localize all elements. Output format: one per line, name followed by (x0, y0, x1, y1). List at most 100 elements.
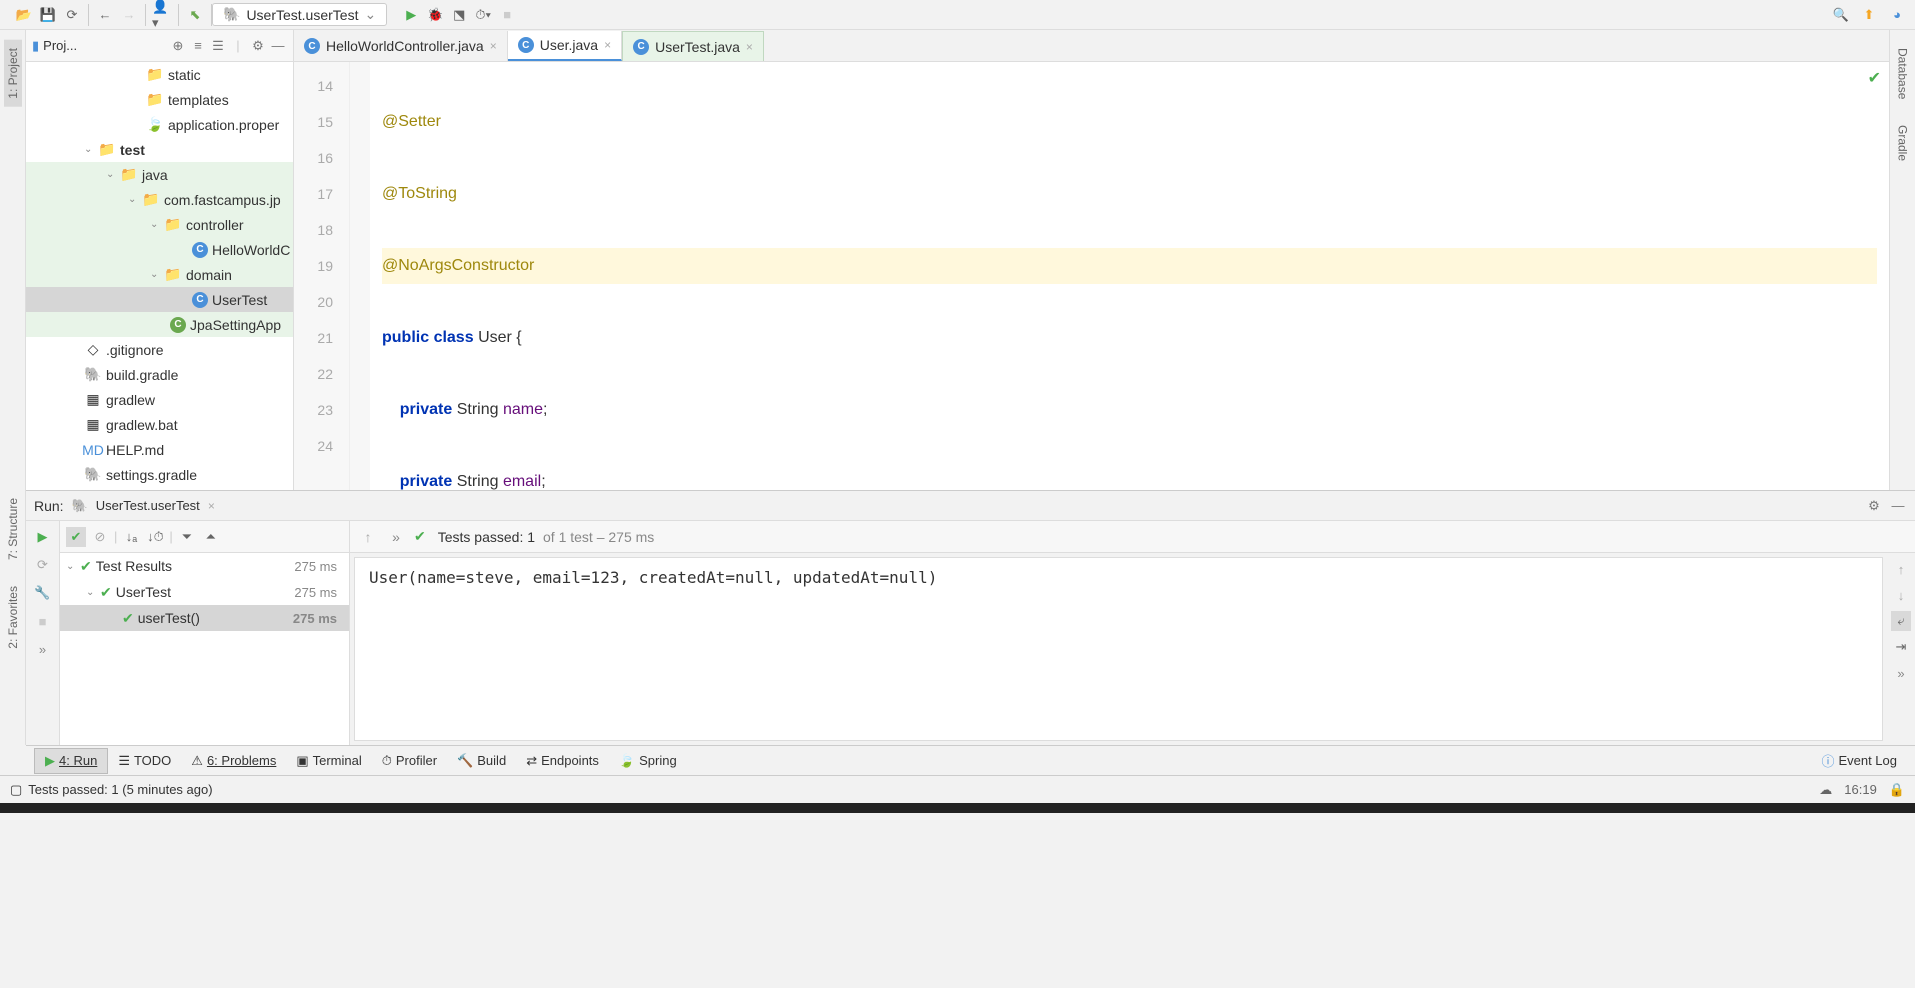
coverage-icon[interactable]: ⬔ (449, 5, 469, 25)
expand-icon[interactable]: ≡ (189, 37, 207, 55)
stop-icon[interactable]: ■ (497, 5, 517, 25)
tree-item-java[interactable]: ⌄📁java (26, 162, 293, 187)
close-icon[interactable]: × (746, 40, 753, 54)
tab-profiler[interactable]: ⏱Profiler (372, 749, 447, 773)
gradle-tool-tab[interactable]: Gradle (1894, 117, 1912, 169)
more-icon[interactable]: » (386, 527, 406, 547)
status-icon[interactable]: ▢ (10, 782, 22, 798)
console-output[interactable]: User(name=steve, email=123, createdAt=nu… (354, 557, 1883, 741)
editor-tab-user[interactable]: CUser.java× (508, 31, 622, 61)
favorites-tool-tab[interactable]: 2: Favorites (4, 578, 22, 657)
chevron-down-icon[interactable]: ⌄ (84, 144, 98, 155)
tree-item-gradlew[interactable]: ▦gradlew (26, 387, 293, 412)
more-icon[interactable]: » (33, 639, 53, 659)
rerun-icon[interactable]: ▶ (33, 527, 53, 547)
passed-filter-icon[interactable]: ✔ (66, 527, 86, 547)
chevron-down-icon[interactable]: ⌄ (150, 269, 164, 280)
project-tool-tab[interactable]: 1: Project (4, 40, 22, 107)
tree-item-buildgradle[interactable]: 🐘build.gradle (26, 362, 293, 387)
close-icon[interactable]: × (490, 39, 497, 53)
open-icon[interactable]: 📂 (14, 5, 34, 25)
close-icon[interactable]: × (208, 499, 215, 513)
ignored-filter-icon[interactable]: ⊘ (90, 527, 110, 547)
editor-tab-hello[interactable]: CHelloWorldController.java× (294, 31, 508, 61)
database-tool-tab[interactable]: Database (1894, 40, 1912, 107)
settings-icon[interactable]: ⚙ (1865, 497, 1883, 515)
editor-content[interactable]: 1415161718192021222324 @Setter @ToString… (294, 62, 1889, 490)
wrench-icon[interactable]: 🔧 (33, 583, 53, 603)
code-area[interactable]: @Setter @ToString @NoArgsConstructor pub… (370, 62, 1889, 490)
close-icon[interactable]: × (604, 38, 611, 52)
marker-gutter (350, 62, 370, 490)
test-row-root[interactable]: ⌄✔Test Results275 ms (60, 553, 349, 579)
sync-icon[interactable]: ⟳ (62, 5, 82, 25)
tree-item-settingsgradle[interactable]: 🐘settings.gradle (26, 462, 293, 487)
cloud-icon[interactable]: ☁ (1819, 782, 1832, 798)
tab-spring[interactable]: 🍃Spring (609, 749, 687, 773)
class-icon: C (192, 292, 208, 308)
project-panel: ▮ Proj... ⊕ ≡ ☰ | ⚙ — 📁static 📁templates… (26, 30, 294, 490)
project-tree[interactable]: 📁static 📁templates 🍃application.proper ⌄… (26, 62, 293, 490)
lock-icon[interactable]: 🔒 (1889, 782, 1905, 798)
scroll-icon[interactable]: ⇥ (1891, 637, 1911, 657)
tree-item[interactable]: 📁templates (26, 87, 293, 112)
chevron-down-icon[interactable]: ⌄ (128, 194, 142, 205)
rerun-failed-icon[interactable]: ⟳ (33, 555, 53, 575)
up-icon[interactable]: ↑ (1891, 559, 1911, 579)
debug-icon[interactable]: 🐞 (425, 5, 445, 25)
tab-problems[interactable]: ⚠6: Problems (181, 749, 286, 773)
down-icon[interactable]: ↓ (1891, 585, 1911, 605)
minimize-icon[interactable]: — (269, 37, 287, 55)
search-icon[interactable]: 🔍 (1831, 5, 1851, 25)
tree-item[interactable]: 📁static (26, 62, 293, 87)
expand-all-icon[interactable]: ⏷ (177, 527, 197, 547)
soft-wrap-icon[interactable]: ⤶ (1891, 611, 1911, 631)
tree-item-helpmd[interactable]: MDHELP.md (26, 437, 293, 462)
tab-todo[interactable]: ☰TODO (108, 749, 181, 773)
editor-tab-usertest[interactable]: CUserTest.java× (622, 31, 764, 61)
tree-item-usertest[interactable]: CUserTest (26, 287, 293, 312)
left-tool-strip: 1: Project (0, 30, 26, 490)
back-icon[interactable]: ← (95, 5, 115, 25)
chevron-down-icon[interactable]: ⌄ (150, 219, 164, 230)
run-config-selector[interactable]: 🐘 UserTest.userTest ⌄ (212, 3, 387, 26)
inspection-ok-icon[interactable]: ✔ (1868, 68, 1881, 88)
target-icon[interactable]: ⊕ (169, 37, 187, 55)
minimize-icon[interactable]: — (1889, 497, 1907, 515)
tree-item-controller[interactable]: ⌄📁controller (26, 212, 293, 237)
forward-icon[interactable]: → (119, 5, 139, 25)
tree-item[interactable]: 🍃application.proper (26, 112, 293, 137)
sort-icon[interactable]: ↓ₐ (121, 527, 141, 547)
test-row-class[interactable]: ⌄✔UserTest275 ms (60, 579, 349, 605)
save-icon[interactable]: 💾 (38, 5, 58, 25)
chevron-down-icon[interactable]: ⌄ (106, 169, 120, 180)
run-icon[interactable]: ▶ (401, 5, 421, 25)
tree-item-gitignore[interactable]: ◇.gitignore (26, 337, 293, 362)
user-icon[interactable]: 👤▾ (152, 5, 172, 25)
ide-icon[interactable]: ◕ (1887, 5, 1907, 25)
tree-item-hello[interactable]: CHelloWorldC (26, 237, 293, 262)
tab-build[interactable]: 🔨Build (447, 749, 516, 773)
tab-run[interactable]: ▶4: Run (34, 748, 108, 774)
collapse-icon[interactable]: ☰ (209, 37, 227, 55)
tree-item-test[interactable]: ⌄📁test (26, 137, 293, 162)
tree-item-gradlewbat[interactable]: ▦gradlew.bat (26, 412, 293, 437)
tab-terminal[interactable]: ▣Terminal (286, 749, 371, 773)
hammer-icon[interactable]: ⬉ (185, 5, 205, 25)
stop-icon[interactable]: ■ (33, 611, 53, 631)
tree-item-jpasetting[interactable]: CJpaSettingApp (26, 312, 293, 337)
up-icon[interactable]: ↑ (358, 527, 378, 547)
update-icon[interactable]: ⬆ (1859, 5, 1879, 25)
profile-icon[interactable]: ⏱▾ (473, 5, 493, 25)
tab-endpoints[interactable]: ⇄Endpoints (516, 749, 609, 773)
structure-tool-tab[interactable]: 7: Structure (4, 490, 22, 568)
tab-eventlog[interactable]: ⓘEvent Log (1811, 747, 1907, 774)
test-row-method[interactable]: ✔userTest()275 ms (60, 605, 349, 631)
tree-item-package[interactable]: ⌄📁com.fastcampus.jp (26, 187, 293, 212)
sort-duration-icon[interactable]: ↓⏱ (145, 527, 165, 547)
tree-item-domain[interactable]: ⌄📁domain (26, 262, 293, 287)
test-tree[interactable]: ⌄✔Test Results275 ms ⌄✔UserTest275 ms ✔u… (60, 553, 349, 745)
more-icon[interactable]: » (1891, 663, 1911, 683)
settings-icon[interactable]: ⚙ (249, 37, 267, 55)
collapse-all-icon[interactable]: ⏶ (201, 527, 221, 547)
